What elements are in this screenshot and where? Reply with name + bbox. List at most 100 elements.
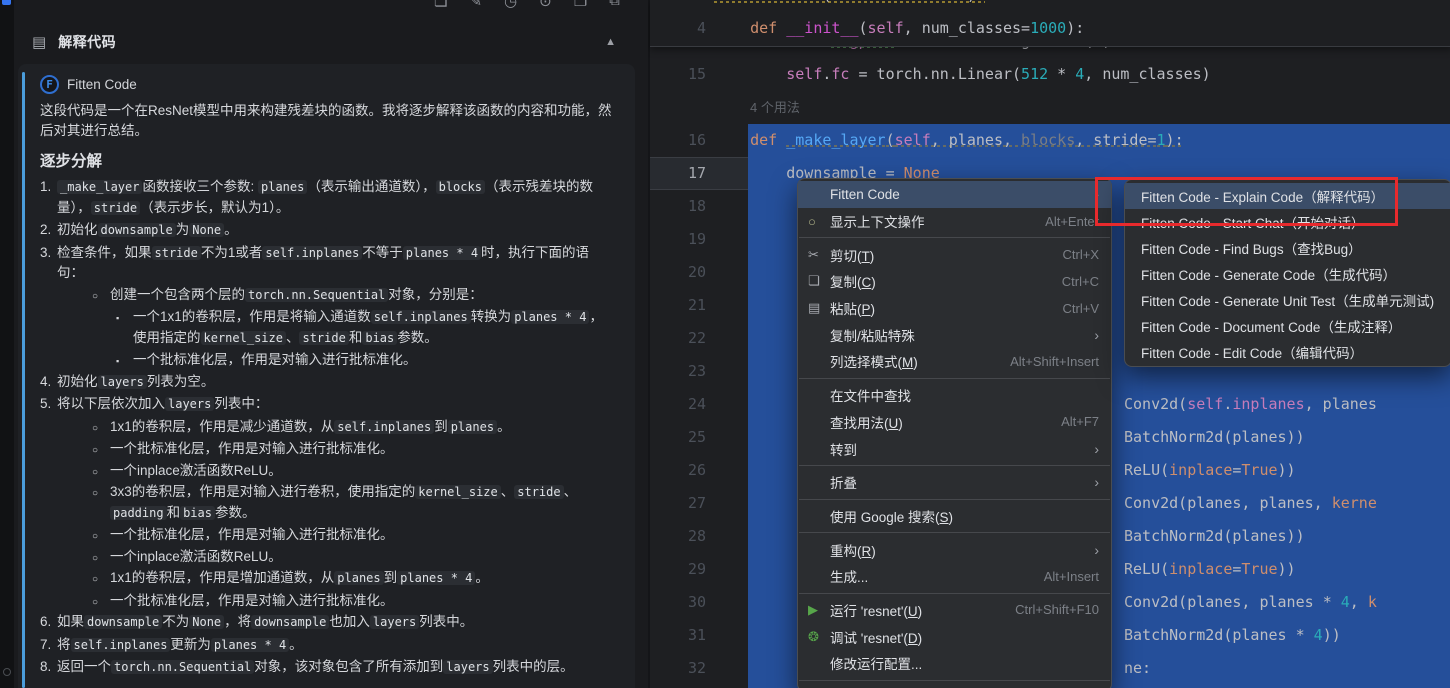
help-icon[interactable]: ⊙ [539,0,552,14]
menu-separator [799,237,1110,238]
menu-item[interactable]: ▤粘贴(P)Ctrl+V [798,295,1111,322]
menu-item[interactable]: 重构(R)› [798,536,1111,563]
step-text: 检查条件，如果stride不为1或者self.inplanes不等于planes… [57,245,589,281]
red-highlight-box [1095,177,1398,226]
menu-item-label: 转到 [830,439,1078,459]
menu-shortcut: Ctrl+X [1063,247,1099,262]
text-run: 列表中的层。 [493,659,574,674]
menu-item[interactable]: ○显示上下文操作Alt+Enter [798,208,1111,235]
text-run: 转换为 [471,309,512,324]
gutter-line-number[interactable]: 20 [650,256,706,289]
stripe-bottom-icon[interactable] [3,668,11,676]
inline-code: layers [370,615,419,629]
code-line[interactable]: self.fc = torch.nn.Linear(512 * 4, num_c… [786,58,1210,91]
code-token: self [895,131,931,149]
gutter-line-number[interactable]: 15 [650,58,706,91]
gutter-line-number[interactable]: 18 [650,190,706,223]
gutter-line-number[interactable]: 30 [650,586,706,619]
code-token: 4 [1341,593,1350,611]
code-line[interactable]: BatchNorm2d(planes)) [1124,421,1305,454]
gutter-line-number[interactable]: 24 [650,388,706,421]
submenu-arrow-icon: › [1094,542,1099,558]
submenu-arrow-icon: › [1094,441,1099,457]
menu-shortcut: Ctrl+Shift+F10 [1015,602,1099,617]
code-line[interactable]: ReLU(inplace=True)) [1124,553,1296,586]
code-token: self [868,19,904,37]
submenu-item[interactable]: Fitten Code - Find Bugs（查找Bug） [1125,235,1450,261]
inline-code: torch.nn.Sequential [245,288,388,302]
menu-item[interactable]: Fitten Code› [798,181,1111,208]
inline-code: planes * 4 [211,638,289,652]
menu-item[interactable]: ▶运行 'resnet'(U)Ctrl+Shift+F10 [798,597,1111,624]
gutter-line-number[interactable]: 29 [650,553,706,586]
menu-item[interactable]: 生成...Alt+Insert [798,563,1111,590]
gutter-line-number[interactable]: 32 [650,652,706,685]
inline-code: downsample [251,615,329,629]
feedback-icon[interactable]: ❏ [434,0,447,14]
code-line[interactable]: BatchNorm2d(planes * 4)) [1124,619,1341,652]
menu-item[interactable]: ❂调试 'resnet'(D) [798,623,1111,650]
usages-inlay-hint[interactable]: 4 个用法 [750,91,800,124]
menu-item-label: 显示上下文操作 [830,211,1029,231]
text-run: 一个inplace激活函数ReLU。 [110,463,282,478]
submenu-item[interactable]: Fitten Code - Generate Code（生成代码） [1125,261,1450,287]
step-sub-item: ○1x1的卷积层，作用是增加通道数，从planes到planes * 4。 [57,568,615,589]
submenu-arrow-icon: › [1094,474,1099,490]
gutter-line-number[interactable]: 21 [650,289,706,322]
gutter-line-number[interactable]: 31 [650,619,706,652]
text-run: 和 [167,505,181,520]
gutter-line-number[interactable]: 28 [650,520,706,553]
step-sub-item: ○1x1的卷积层，作用是减少通道数，从self.inplanes到planes。 [57,417,615,438]
menu-item[interactable]: 折叠› [798,469,1111,496]
menu-item[interactable]: 列选择模式(M)Alt+Shift+Insert [798,348,1111,375]
copy-icon[interactable]: ⧉ [609,0,620,14]
gutter-line-number[interactable]: 19 [650,223,706,256]
menu-item[interactable]: 查找用法(U)Alt+F7 [798,409,1111,436]
submenu-item[interactable]: Fitten Code - Document Code（生成注释） [1125,313,1450,339]
code-line[interactable]: Conv2d(planes, planes * 4, k [1124,586,1377,619]
step-text: 将以下层依次加入layers列表中： [57,396,268,411]
code-line[interactable]: Conv2d(planes, planes, kerne [1124,487,1377,520]
menu-item[interactable]: 在文件中查找 [798,382,1111,409]
inline-code: planes * 4 [397,571,475,585]
code-line[interactable]: BatchNorm2d(planes)) [1124,520,1305,553]
collapse-arrow-icon[interactable]: ▲ [605,36,616,48]
menu-item[interactable]: 使用 Google 搜索(S) [798,503,1111,530]
export-icon[interactable]: ❐ [574,0,587,14]
edit-icon[interactable]: ✎ [469,0,482,14]
bug-icon: ❂ [808,629,830,645]
gutter-line-number[interactable]: 17 [650,157,706,190]
text-run: 参数。 [215,505,256,520]
menu-item[interactable]: ✂剪切(T)Ctrl+X [798,241,1111,268]
text-run: 这段代码是一个在ResNet模型中用来构建残差块的函数。我将逐步解释该函数的内容… [40,103,612,138]
gutter-line-number[interactable]: 25 [650,421,706,454]
code-editor[interactable]: 14151617181920212223242526272829303132 s… [648,0,1450,688]
text-run: 一个批标准化层，作用是对输入进行批标准化。 [133,352,417,367]
code-token: ( [858,19,867,37]
code-line[interactable]: ne: [1124,652,1151,685]
text-run: 3x3的卷积层，作用是对输入进行卷积，使用指定的 [110,484,415,499]
gutter-line-number[interactable]: 16 [650,124,706,157]
breakdown-step: 1._make_layer函数接收三个参数: planes（表示输出通道数），b… [40,177,615,218]
menu-item[interactable]: 修改运行配置... [798,650,1111,677]
gutter-line-number[interactable]: 27 [650,487,706,520]
code-line[interactable]: def _make_layer(self, planes, blocks, st… [750,124,1184,157]
menu-item[interactable]: 复制/粘贴特殊› [798,321,1111,348]
menu-item[interactable]: ❏复制(C)Ctrl+C [798,268,1111,295]
gutter-line-number[interactable]: 22 [650,322,706,355]
assistant-name: Fitten Code [67,77,137,92]
gutter-line-number[interactable]: 23 [650,355,706,388]
text-run: 一个1x1的卷积层，作用是将输入通道数 [133,309,371,324]
code-line[interactable]: ReLU(inplace=True)) [1124,454,1296,487]
menu-shortcut: Ctrl+C [1062,274,1099,289]
submenu-item[interactable]: Fitten Code - Generate Unit Test（生成单元测试) [1125,287,1450,313]
menu-item-label: 调试 'resnet'(D) [830,627,1099,647]
submenu-item[interactable]: Fitten Code - Edit Code（编辑代码） [1125,339,1450,365]
menu-item[interactable]: 转到 › [798,435,1111,462]
code-token: def [750,131,786,149]
code-line[interactable]: Conv2d(self.inplanes, planes [1124,388,1377,421]
step-number: 7. [40,635,51,655]
history-icon[interactable]: ◷ [504,0,517,14]
gutter-line-number[interactable]: 26 [650,454,706,487]
submenu-item-label: Fitten Code - Edit Code（编辑代码） [1141,342,1363,362]
